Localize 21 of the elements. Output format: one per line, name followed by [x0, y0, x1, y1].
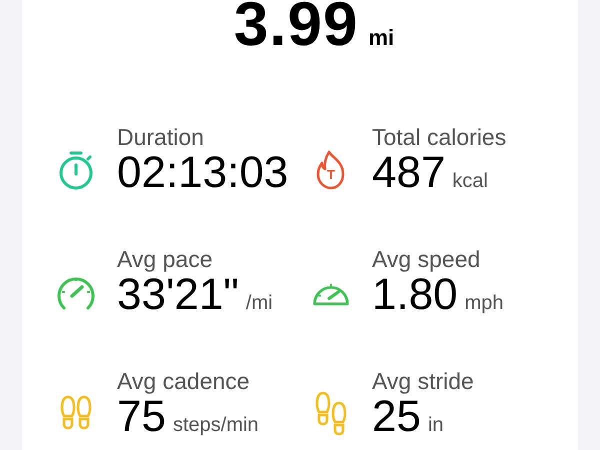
- footprints-icon: [314, 391, 348, 437]
- stat-unit: /mi: [246, 292, 273, 315]
- stat-value: 25: [372, 393, 421, 441]
- stat-unit: in: [428, 414, 444, 437]
- stat-label: Avg pace: [117, 247, 214, 271]
- stat-unit: steps/min: [172, 414, 259, 437]
- stat-value: 75: [117, 393, 166, 441]
- stat-value: 02:13:03: [117, 149, 288, 197]
- stat-label: Total calories: [372, 125, 506, 149]
- distance-unit: mi: [368, 25, 394, 51]
- stat-value: 487: [372, 149, 446, 197]
- stat-unit: mph: [464, 292, 504, 315]
- stopwatch-icon: [57, 149, 95, 191]
- stat-label: Avg speed: [372, 247, 482, 271]
- stat-label: Avg cadence: [117, 369, 251, 393]
- stat-unit: kcal: [452, 170, 488, 193]
- stat-label: Duration: [117, 125, 205, 149]
- stat-value: 1.80: [372, 271, 458, 319]
- stat-label: Avg stride: [372, 369, 474, 393]
- stat-value: 33'21": [117, 271, 239, 319]
- distance-value: 3.99: [234, 0, 358, 50]
